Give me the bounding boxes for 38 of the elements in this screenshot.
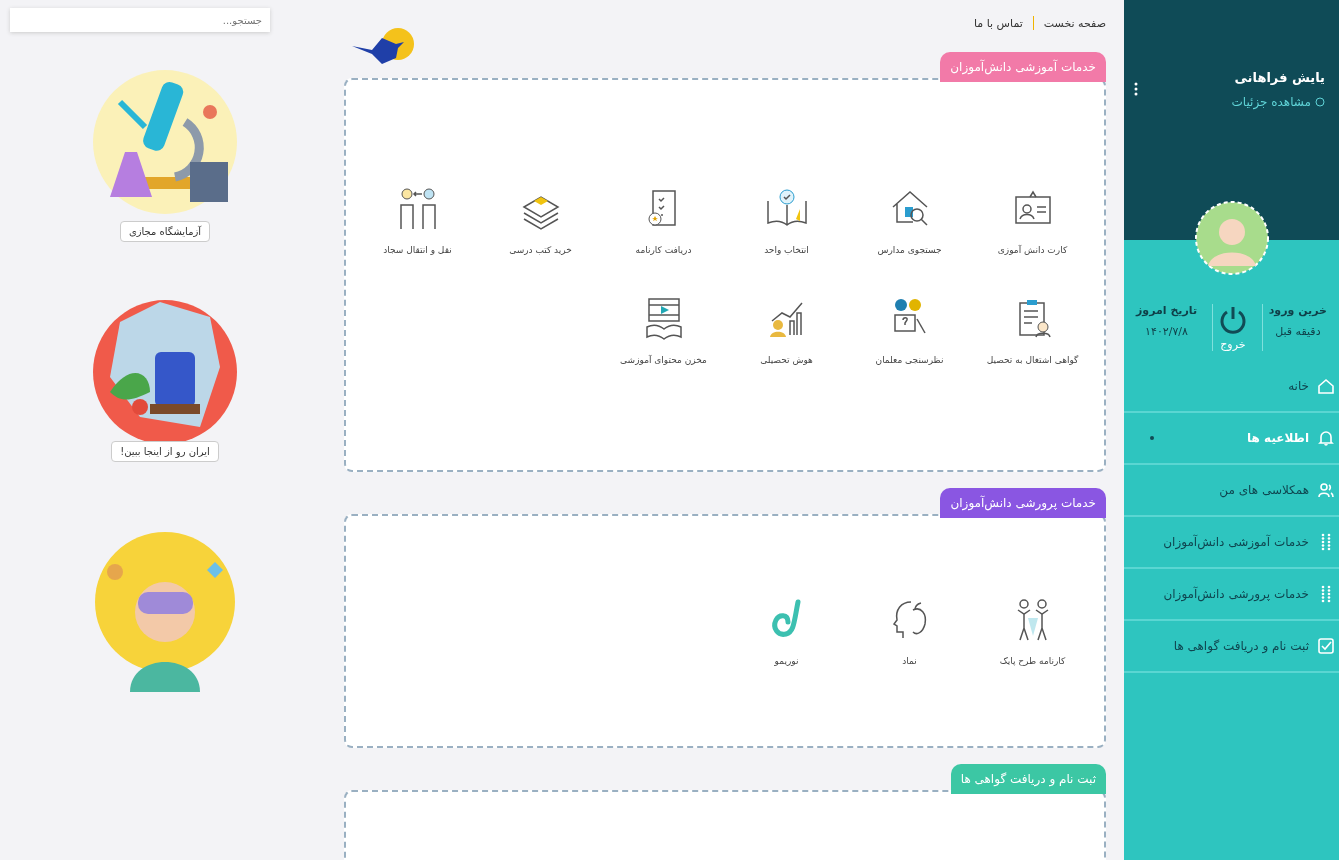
promo-caption: ایران رو از اینجا ببین! — [111, 441, 219, 462]
info-icon — [1315, 97, 1325, 107]
section-title: ثبت نام و دریافت گواهی ها — [950, 764, 1106, 794]
bell-icon — [1317, 429, 1335, 447]
details-link[interactable]: مشاهده جزئیات — [1231, 95, 1325, 109]
service-link[interactable]: خرید کتب درسی — [479, 185, 602, 255]
home-icon — [1317, 377, 1335, 395]
menu-item[interactable]: همکلاسی های من — [1124, 465, 1339, 517]
stat-value: ۱۴۰۲/۷/۸ — [1145, 325, 1188, 338]
users-icon — [1317, 481, 1335, 499]
service-link[interactable]: گواهی اشتغال به تحصیل — [971, 295, 1094, 365]
service-link[interactable]: کارت دانش آموزی — [971, 185, 1094, 255]
service-link[interactable]: دریافت کارنامه — [602, 185, 725, 255]
promo-caption: آزمایشگاه مجازی — [119, 221, 211, 242]
menu-item[interactable]: خدمات پرورشی دانش‌آموزان — [1124, 569, 1339, 621]
menu-item[interactable]: خانه — [1124, 361, 1339, 413]
service-link[interactable]: مخزن محتوای آموزشی — [602, 295, 725, 365]
nav-link[interactable]: تماس با ما — [973, 16, 1023, 30]
user-name: یایش فراهانی — [1233, 70, 1325, 85]
stat-label: خرین ورود — [1268, 304, 1327, 317]
menu-item[interactable]: ثبت نام و دریافت گواهی ها — [1124, 621, 1339, 673]
service-link[interactable]: هوش تحصیلی — [725, 295, 848, 365]
service-link[interactable]: نقل و انتقال سجاد — [356, 185, 479, 255]
nav-link[interactable]: صفحه نخست — [1043, 16, 1106, 30]
service-link[interactable]: نوریمو — [725, 596, 848, 666]
service-link[interactable]: کارنامه طرح پایک — [971, 596, 1094, 666]
section-title: خدمات پرورشی دانش‌آموزان — [940, 488, 1106, 518]
menu-item[interactable]: خدمات آموزشی دانش‌آموزان — [1124, 517, 1339, 569]
search-field[interactable]: جستجو... — [10, 8, 270, 32]
service-link[interactable]: انتخاب واحد — [725, 185, 848, 255]
stat-label: تاریخ امروز — [1136, 304, 1198, 317]
stat-value: دقیقه قبل — [1275, 325, 1321, 338]
service-link[interactable]: جستجوی مدارس — [848, 185, 971, 255]
checkbox-icon — [1317, 637, 1335, 655]
section-title: خدمات آموزشی دانش‌آموزان — [940, 52, 1106, 82]
more-icon[interactable] — [1134, 82, 1138, 96]
service-link[interactable]: نظرسنجی معلمان — [848, 295, 971, 365]
service-link[interactable]: نماد — [848, 596, 971, 666]
